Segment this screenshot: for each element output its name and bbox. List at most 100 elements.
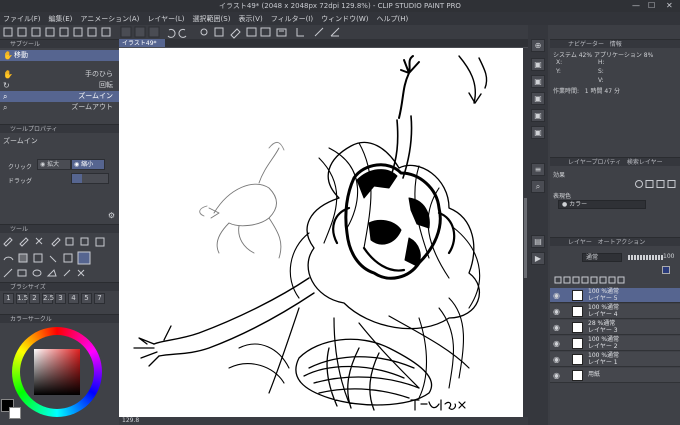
- drag-label: ドラッグ: [8, 178, 33, 185]
- menu-animation[interactable]: アニメーション(A): [80, 14, 139, 24]
- fill-tool-icon: [18, 253, 28, 263]
- quick-tool-icons[interactable]: [0, 25, 119, 39]
- menu-bar: ファイル(F) 編集(E) アニメーション(A) レイヤー(L) 選択範囲(S)…: [0, 12, 680, 25]
- layer-thumbnail: [572, 290, 583, 301]
- zoom-out-icon: ⌕: [3, 103, 8, 112]
- val-label: V:: [598, 77, 604, 84]
- settings-icon[interactable]: ⚙: [108, 211, 115, 220]
- property-icon[interactable]: ≡: [531, 163, 545, 176]
- eye-icon[interactable]: ◉: [553, 291, 560, 300]
- layer-property-tab[interactable]: レイヤープロパティ: [568, 159, 621, 166]
- opacity-slider[interactable]: [628, 255, 663, 260]
- effect-buttons[interactable]: [634, 179, 678, 191]
- eye-icon[interactable]: ◉: [553, 355, 560, 364]
- select-icon: [276, 28, 287, 37]
- auto-action-tab[interactable]: オートアクション: [598, 239, 646, 246]
- navigator-icon[interactable]: ⊕: [531, 39, 545, 52]
- opacity-value[interactable]: 100: [663, 253, 674, 260]
- menu-window[interactable]: ウィンドウ(W): [321, 14, 368, 24]
- expression-label: 表現色: [553, 193, 572, 200]
- maximize-button[interactable]: ☐: [648, 1, 655, 10]
- zoom-in-option[interactable]: ◉ 拡大: [37, 159, 71, 170]
- layer-property-header: レイヤープロパティ 検索レイヤー: [550, 157, 680, 166]
- material-icon-5[interactable]: ▣: [531, 126, 545, 139]
- sub-color-swatch[interactable]: [9, 407, 21, 419]
- subtool-rotate-label: 回転: [99, 81, 113, 89]
- material-icon-1[interactable]: ▣: [531, 58, 545, 71]
- figure-icon: [49, 255, 57, 263]
- sat-label: S:: [598, 68, 604, 75]
- blend-mode-select[interactable]: 通常: [582, 253, 622, 262]
- info-tab[interactable]: 情報: [610, 41, 622, 48]
- brush-size-4[interactable]: 4: [68, 293, 79, 304]
- subtool-move[interactable]: ✋ 移動: [0, 50, 119, 61]
- brush-size-2[interactable]: 2: [29, 293, 40, 304]
- layer-row-4[interactable]: ◉ 100 %通常 レイヤー 4: [550, 304, 680, 319]
- wand-icon: [63, 269, 71, 277]
- subtool-hand[interactable]: ✋ 手のひら: [0, 69, 119, 80]
- layer-panel-icon[interactable]: ▤: [531, 235, 545, 248]
- menu-layer[interactable]: レイヤー(L): [147, 14, 184, 24]
- navigator-tab[interactable]: ナビゲーター: [568, 41, 604, 48]
- coord-y-label: Y:: [556, 68, 561, 75]
- eye-icon[interactable]: ◉: [553, 323, 560, 332]
- material-icon-2[interactable]: ▣: [531, 75, 545, 88]
- zoom-out-option[interactable]: ◉ 縮小: [71, 159, 105, 170]
- menu-help[interactable]: ヘルプ(H): [376, 14, 408, 24]
- layer-row-5[interactable]: ◉ 100 %通常 レイヤー 5: [550, 288, 680, 303]
- brush-size-2-5[interactable]: 2.5: [42, 293, 54, 304]
- brush-size-1-5[interactable]: 1.5: [16, 293, 28, 304]
- layer-search-tab[interactable]: 検索レイヤー: [627, 159, 663, 166]
- drawing-canvas[interactable]: [119, 48, 523, 417]
- expression-select[interactable]: ● カラー: [558, 200, 646, 209]
- zoom-readout[interactable]: 129.8: [122, 417, 139, 424]
- eraser-icon: [80, 237, 89, 246]
- layer-tab[interactable]: レイヤー: [568, 239, 592, 246]
- ruler-tool-icon: [3, 268, 13, 278]
- pen-icon: [3, 237, 13, 247]
- brush-size-3[interactable]: 3: [55, 293, 66, 304]
- menu-filter[interactable]: フィルター(I): [271, 14, 313, 24]
- material-icon-4[interactable]: ▣: [531, 109, 545, 122]
- subtool-rotate[interactable]: ↻ 回転: [0, 80, 119, 91]
- auto-action-icon[interactable]: ▶: [531, 252, 545, 265]
- subtool-hand-label: 手のひら: [85, 70, 113, 78]
- work-time-label: 作業時間:: [553, 88, 580, 95]
- material-icon-3[interactable]: ▣: [531, 92, 545, 105]
- tool-icons[interactable]: [0, 234, 119, 282]
- minimize-button[interactable]: —: [632, 1, 640, 10]
- brush-size-1[interactable]: 1: [3, 293, 14, 304]
- close-button[interactable]: ✕: [666, 1, 673, 10]
- scroll-thumb[interactable]: [524, 198, 527, 278]
- effect-label: 効果: [553, 172, 566, 179]
- search-icon[interactable]: ⌕: [531, 180, 545, 193]
- menu-file[interactable]: ファイル(F): [3, 14, 41, 24]
- layer-row-3[interactable]: ◉ 28 %通常 レイヤー 3: [550, 320, 680, 335]
- layer-color-swatch[interactable]: [662, 266, 670, 274]
- tool-property-panel: ツールプロパティ ズームイン クリック ◉ 拡大 ◉ 縮小 ドラッグ ⚙: [0, 124, 119, 224]
- subtool-zoom-out[interactable]: ⌕ ズームアウト: [0, 102, 119, 113]
- menu-edit[interactable]: 編集(E): [49, 14, 73, 24]
- command-bar: [119, 25, 528, 39]
- eye-icon[interactable]: ◉: [553, 307, 560, 316]
- drag-mode-selected: [72, 174, 82, 183]
- eye-icon[interactable]: ◉: [553, 339, 560, 348]
- subtool-zoom-in[interactable]: ⌕ ズームイン: [0, 91, 119, 102]
- blend-mode-value: 通常: [586, 254, 599, 261]
- airbrush-icon: [51, 237, 61, 247]
- layer-row-1[interactable]: ◉ 100 %通常 レイヤー 1: [550, 352, 680, 367]
- brush-size-5[interactable]: 5: [81, 293, 92, 304]
- color-mode-icon: ●: [562, 201, 568, 208]
- gradient-icon: [33, 253, 43, 263]
- layer-name: レイヤー 2: [588, 342, 618, 350]
- menu-selection[interactable]: 選択範囲(S): [193, 14, 231, 24]
- layer-row-paper[interactable]: ◉ 用紙: [550, 368, 680, 383]
- menu-view[interactable]: 表示(V): [238, 14, 262, 24]
- hand-icon: ✋: [3, 70, 13, 79]
- eye-icon[interactable]: ◉: [553, 371, 560, 380]
- brush-size-7[interactable]: 7: [94, 293, 105, 304]
- saturation-value-square[interactable]: [34, 349, 80, 395]
- work-time-value: 1 時間 47 分: [584, 88, 620, 95]
- layer-row-2[interactable]: ◉ 100 %通常 レイヤー 2: [550, 336, 680, 351]
- layer-tool-icons[interactable]: [554, 276, 674, 287]
